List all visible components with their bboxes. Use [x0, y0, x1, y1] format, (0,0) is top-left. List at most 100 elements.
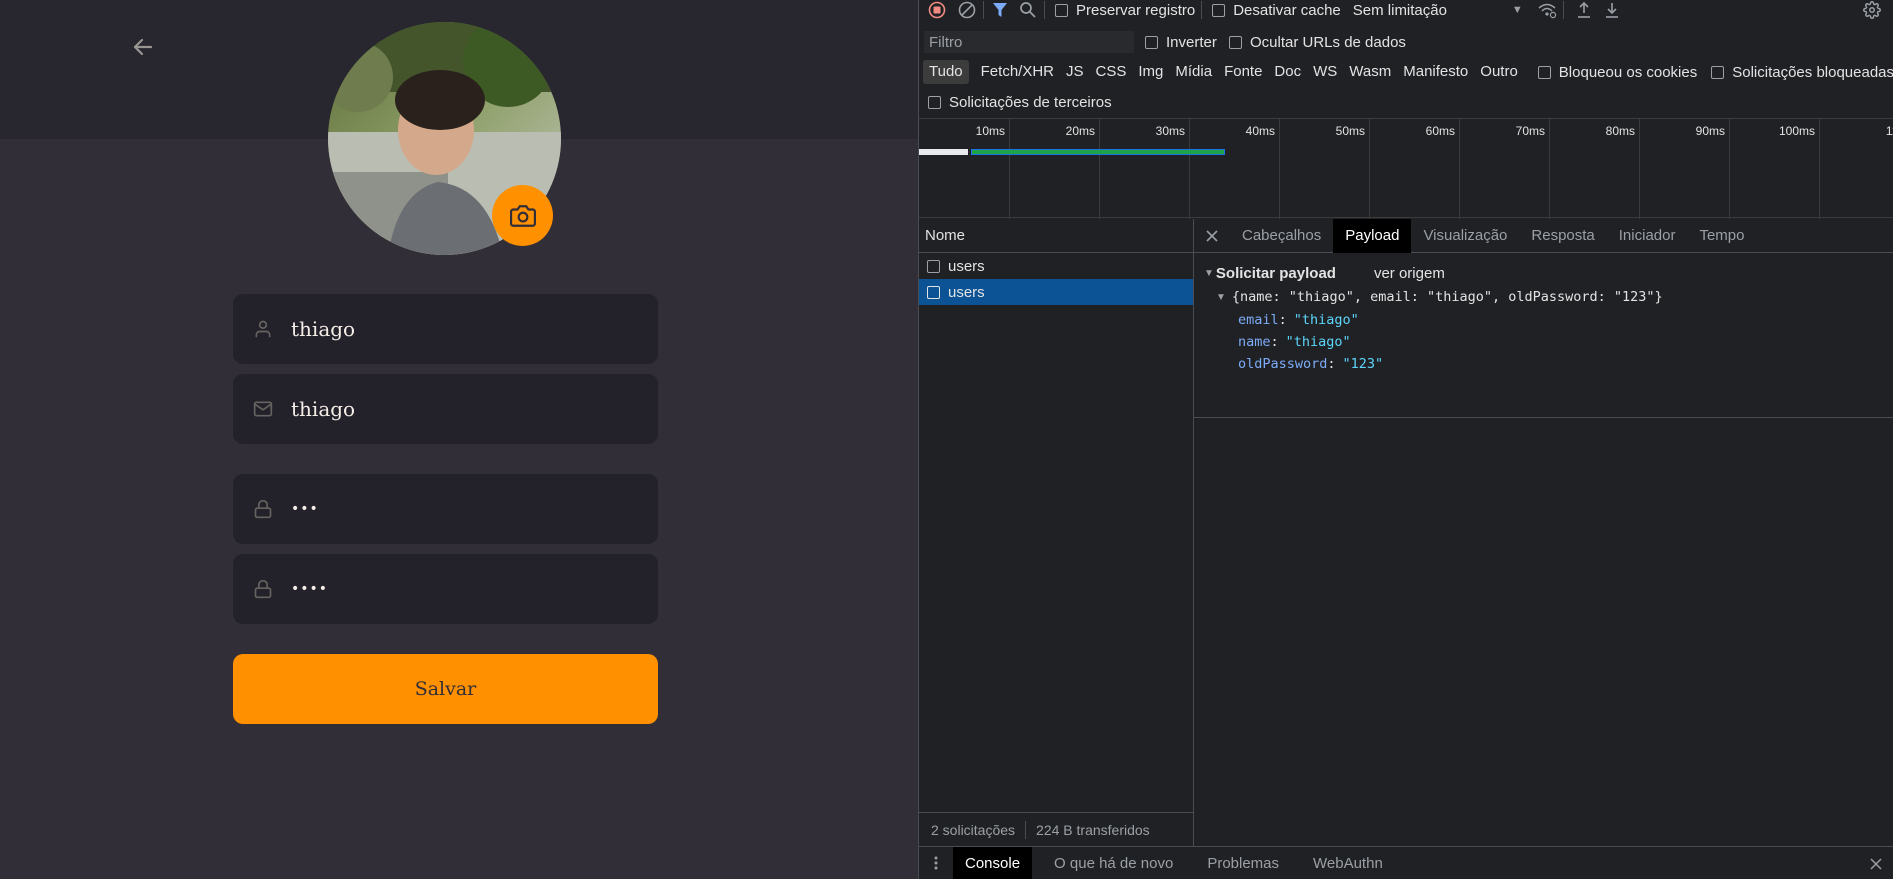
disable-cache-label: Desativar cache: [1233, 1, 1341, 19]
third-party-label: Solicitações de terceiros: [949, 93, 1112, 111]
request-checkbox[interactable]: [927, 285, 940, 299]
property-key: name: [1238, 334, 1271, 350]
old-password-field[interactable]: •••: [233, 474, 658, 544]
tab-timing[interactable]: Tempo: [1687, 219, 1756, 253]
filter-icon[interactable]: [990, 0, 1010, 20]
payload-property: oldPassword: "123": [1238, 356, 1384, 372]
type-filter-font[interactable]: Fonte: [1218, 60, 1268, 84]
type-filter-ws[interactable]: WS: [1307, 60, 1343, 84]
drawer-tab-console[interactable]: Console: [953, 846, 1033, 879]
blocked-cookies-checkbox[interactable]: Bloqueou os cookies: [1537, 64, 1697, 81]
timeline-gridline: [1009, 119, 1010, 219]
lock-icon: [251, 577, 275, 601]
record-stop-icon[interactable]: [927, 0, 947, 20]
type-filter-wasm[interactable]: Wasm: [1343, 60, 1397, 84]
timeline-tick-label: 80ms: [1605, 124, 1635, 138]
tab-initiator[interactable]: Iniciador: [1607, 219, 1688, 253]
clear-icon[interactable]: [957, 0, 977, 20]
invert-checkbox[interactable]: Inverter: [1145, 34, 1217, 51]
expand-triangle-icon[interactable]: ▼: [1216, 292, 1226, 303]
drawer-tab-whats-new[interactable]: O que há de novo: [1042, 847, 1185, 879]
user-icon: [251, 317, 275, 341]
timeline-gridline: [1729, 119, 1730, 219]
property-value: "123": [1342, 356, 1384, 372]
payload-object-summary[interactable]: ▼ {name: "thiago", email: "thiago", oldP…: [1216, 285, 1893, 309]
request-count: 2 solicitações: [931, 821, 1016, 838]
drawer-tab-issues[interactable]: Problemas: [1195, 847, 1291, 879]
expand-triangle-icon[interactable]: ▼: [1204, 268, 1214, 279]
tab-headers[interactable]: Cabeçalhos: [1230, 219, 1333, 253]
type-filter-media[interactable]: Mídia: [1169, 60, 1218, 84]
preserve-log-checkbox[interactable]: Preservar registro: [1055, 2, 1195, 19]
type-filter-css[interactable]: CSS: [1090, 60, 1133, 84]
back-button[interactable]: [128, 32, 158, 62]
blocked-requests-checkbox[interactable]: Solicitações bloqueadas: [1711, 64, 1893, 81]
old-password-value[interactable]: •••: [291, 501, 319, 517]
email-value[interactable]: thiago: [291, 397, 355, 421]
network-overview-timeline[interactable]: 10ms 20ms 30ms 40ms 50ms 60ms 70ms 80ms 90ms 100m…: [919, 118, 1893, 219]
request-list: Nome users users 2 solicitações 224 B tr…: [919, 219, 1194, 846]
throttling-label: Sem limitação: [1352, 1, 1447, 19]
payload-section: ▼ Solicitar payload ver origem ▼ {name: …: [1194, 253, 1893, 418]
network-conditions-icon[interactable]: [1537, 0, 1557, 20]
lock-icon: [251, 497, 275, 521]
search-icon[interactable]: [1018, 0, 1038, 20]
throttling-select[interactable]: Sem limitação ▼: [1353, 2, 1523, 19]
name-field[interactable]: thiago: [233, 294, 658, 364]
type-filter-js[interactable]: JS: [1060, 60, 1090, 84]
import-har-icon[interactable]: [1574, 0, 1594, 20]
timeline-tick-label: 70ms: [1515, 124, 1545, 138]
timeline-gridline: [1099, 119, 1100, 219]
close-detail-icon[interactable]: [1194, 219, 1230, 253]
third-party-row: Solicitações de terceiros: [919, 92, 1893, 112]
timeline-tick-label: 100ms: [1778, 124, 1815, 138]
type-filter-all[interactable]: Tudo: [923, 60, 969, 84]
timeline-gridline: [1189, 119, 1190, 219]
new-password-field[interactable]: ••••: [233, 554, 658, 624]
save-button[interactable]: Salvar: [233, 654, 658, 724]
tab-payload[interactable]: Payload: [1333, 218, 1412, 253]
request-row-selected[interactable]: users: [919, 279, 1193, 305]
filter-row: Inverter Ocultar URLs de dados: [919, 31, 1893, 53]
hide-data-urls-checkbox[interactable]: Ocultar URLs de dados: [1229, 34, 1406, 51]
disable-cache-checkbox[interactable]: Desativar cache: [1212, 2, 1341, 19]
devtools-drawer-tabs: Console O que há de novo Problemas WebAu…: [919, 846, 1893, 879]
request-summary-footer: 2 solicitações 224 B transferidos: [919, 812, 1194, 846]
timeline-bar-download: [971, 149, 1225, 155]
dropdown-arrow-icon: ▼: [1511, 4, 1523, 16]
tab-preview[interactable]: Visualização: [1411, 219, 1519, 253]
property-key: email: [1238, 312, 1279, 328]
timeline-tick-label: 90ms: [1695, 124, 1725, 138]
new-password-value[interactable]: ••••: [291, 581, 328, 597]
filter-input[interactable]: [924, 31, 1134, 53]
devtools-network-panel: Preservar registro Desativar cache Sem l…: [918, 0, 1893, 879]
timeline-tick-label: 110: [1885, 124, 1893, 138]
email-field[interactable]: thiago: [233, 374, 658, 444]
settings-gear-icon[interactable]: [1862, 0, 1882, 20]
type-filter-other[interactable]: Outro: [1474, 60, 1524, 84]
tab-response[interactable]: Resposta: [1519, 219, 1606, 253]
timeline-gridline: [1819, 119, 1820, 219]
drawer-tab-webauthn[interactable]: WebAuthn: [1301, 847, 1395, 879]
payload-property: email: "thiago": [1238, 312, 1359, 328]
payload-header[interactable]: ▼ Solicitar payload ver origem: [1204, 261, 1893, 285]
timeline-tick-label: 40ms: [1245, 124, 1275, 138]
column-header-name[interactable]: Nome: [919, 219, 1193, 253]
close-drawer-icon[interactable]: [1864, 847, 1888, 879]
camera-icon: [509, 204, 536, 227]
more-vertical-icon[interactable]: [919, 847, 953, 879]
change-avatar-button[interactable]: [492, 185, 553, 246]
type-filter-doc[interactable]: Doc: [1268, 60, 1307, 84]
type-filter-fetch-xhr[interactable]: Fetch/XHR: [975, 60, 1060, 84]
view-source-link[interactable]: ver origem: [1374, 265, 1445, 282]
timeline-tick-label: 50ms: [1335, 124, 1365, 138]
property-key: oldPassword: [1238, 356, 1328, 372]
type-filter-img[interactable]: Img: [1132, 60, 1169, 84]
request-row[interactable]: users: [919, 253, 1193, 279]
export-har-icon[interactable]: [1602, 0, 1622, 20]
avatar-container: [328, 22, 561, 255]
third-party-checkbox[interactable]: Solicitações de terceiros: [928, 94, 1112, 111]
type-filter-manifest[interactable]: Manifesto: [1397, 60, 1474, 84]
request-checkbox[interactable]: [927, 259, 940, 273]
name-value[interactable]: thiago: [291, 317, 355, 341]
